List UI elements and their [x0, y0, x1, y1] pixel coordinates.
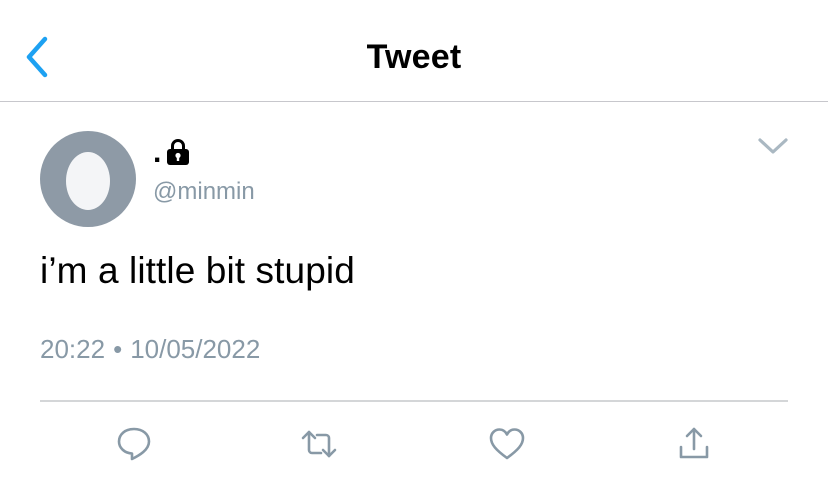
navigation-bar: Tweet [0, 0, 828, 102]
tweet-text: i’m a little bit stupid [40, 250, 355, 291]
share-icon [679, 427, 709, 459]
tweet-menu-button[interactable] [752, 133, 794, 161]
lock-icon [167, 139, 190, 165]
actions-divider [40, 400, 788, 402]
chevron-down-icon [758, 138, 788, 154]
tweet-timestamp: 20:22 • 10/05/2022 [40, 334, 260, 365]
reply-button[interactable] [114, 424, 154, 464]
display-name-text: . [153, 136, 162, 169]
avatar[interactable] [40, 131, 136, 227]
retweet-button[interactable] [299, 424, 339, 464]
default-egg-avatar-icon [66, 152, 110, 210]
tweet-time: 20:22 [40, 334, 106, 364]
comment-icon [117, 427, 151, 461]
tweet-detail-screen: Tweet . @minmin i’m a little bit stupid … [0, 0, 828, 483]
timestamp-separator: • [113, 334, 123, 364]
page-title: Tweet [366, 38, 462, 76]
heart-icon [489, 428, 525, 460]
display-name[interactable]: . [153, 134, 191, 168]
like-button[interactable] [487, 424, 527, 464]
username[interactable]: @minmin [153, 178, 255, 206]
retweet-icon [301, 430, 337, 458]
tweet-date: 10/05/2022 [130, 334, 261, 364]
share-button[interactable] [674, 424, 714, 464]
